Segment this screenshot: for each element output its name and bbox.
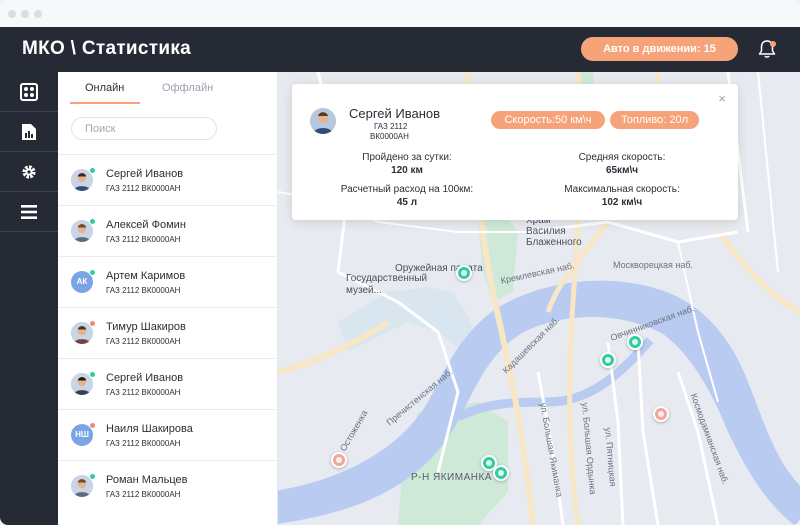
driver-name: Алексей Фомин xyxy=(106,219,186,231)
nav-item-reports[interactable] xyxy=(0,112,58,152)
nav-item-dashboard[interactable] xyxy=(0,72,58,112)
gear-icon xyxy=(22,164,36,179)
tab-offline[interactable]: Оффлайн xyxy=(162,82,213,102)
status-dot xyxy=(89,371,96,378)
list-item[interactable]: Сергей Иванов ГАЗ 2112 ВК0000АН xyxy=(58,154,278,205)
active-tab-indicator xyxy=(70,102,140,104)
driver-name: Артем Каримов xyxy=(106,270,186,282)
vehicle-marker-online[interactable] xyxy=(627,334,643,350)
stat-consumption-value: 45 л xyxy=(396,197,418,208)
nav-item-settings[interactable] xyxy=(0,152,58,192)
stat-avg-speed-value: 65км\ч xyxy=(605,165,639,176)
vehicle-details-card: Сергей Иванов ГАЗ 2112 ВК0000АН Скорость… xyxy=(292,84,738,220)
driver-name: Сергей Иванов xyxy=(106,372,184,384)
window-dot-minimize[interactable] xyxy=(21,10,29,18)
speed-badge: Скорость:50 км\ч xyxy=(491,111,605,129)
status-dot xyxy=(89,218,96,225)
search-input[interactable] xyxy=(71,117,217,140)
app-window: МКО \ Статистика Авто в движении: 15 Онл… xyxy=(0,0,800,525)
page-title: МКО \ Статистика xyxy=(22,38,192,59)
map-label-street: Москворецкая наб. xyxy=(613,260,694,270)
window-dot-maximize[interactable] xyxy=(34,10,42,18)
user-avatar-icon xyxy=(310,108,336,134)
sidebar-nav xyxy=(0,72,58,525)
status-dot xyxy=(89,422,96,429)
window-dot-close[interactable] xyxy=(8,10,16,18)
bell-icon[interactable] xyxy=(756,38,778,60)
stat-consumption-label: Расчетный расход на 100км: xyxy=(340,184,474,195)
status-dot xyxy=(89,473,96,480)
vehicle-marker-online[interactable] xyxy=(600,352,616,368)
app-header: МКО \ Статистика Авто в движении: 15 xyxy=(0,27,800,72)
stat-max-speed-value: 102 км\ч xyxy=(601,197,643,208)
car-plate: ВК0000АН xyxy=(370,132,409,141)
driver-name: Сергей Иванов xyxy=(349,106,441,121)
window-titlebar xyxy=(0,0,800,27)
car-info: ГАЗ 2112 ВК0000АН xyxy=(106,235,181,244)
status-dot xyxy=(89,167,96,174)
driver-name: Тимур Шакиров xyxy=(106,321,186,333)
stat-avg-speed-label: Средняя скорость: xyxy=(578,152,666,163)
car-info: ГАЗ 2112 ВК0000АН xyxy=(106,388,181,397)
car-info: ГАЗ 2112 ВК0000АН xyxy=(106,439,181,448)
stat-distance-label: Пройдено за сутки: xyxy=(362,152,452,163)
cars-moving-badge[interactable]: Авто в движении: 15 xyxy=(581,37,738,61)
fuel-badge: Топливо: 20л xyxy=(610,111,699,129)
car-model: ГАЗ 2112 xyxy=(374,122,408,131)
list-item[interactable]: АК Артем Каримов ГАЗ 2112 ВК0000АН xyxy=(58,256,278,307)
map-label-district: Р-Н ЯКИМАНКА xyxy=(411,472,492,483)
status-dot xyxy=(89,320,96,327)
stat-max-speed-label: Максимальная скорость: xyxy=(564,184,680,195)
dashboard-icon xyxy=(20,82,38,101)
list-item[interactable]: НШ Наиля Шакирова ГАЗ 2112 ВК0000АН xyxy=(58,409,278,460)
car-info: ГАЗ 2112 ВК0000АН xyxy=(106,490,181,499)
list-item[interactable]: Сергей Иванов ГАЗ 2112 ВК0000АН xyxy=(58,358,278,409)
vehicle-marker-offline[interactable] xyxy=(653,406,669,422)
list-item[interactable]: Алексей Фомин ГАЗ 2112 ВК0000АН xyxy=(58,205,278,256)
driver-name: Наиля Шакирова xyxy=(106,423,193,435)
list-item[interactable]: Тимур Шакиров ГАЗ 2112 ВК0000АН xyxy=(58,307,278,358)
stat-distance-value: 120 км xyxy=(391,165,423,176)
map-label-museum: Государственный музей... xyxy=(346,273,428,296)
notification-dot xyxy=(770,41,776,47)
list-item[interactable]: Роман Мальцев ГАЗ 2112 ВК0000АН xyxy=(58,460,278,511)
driver-name: Сергей Иванов xyxy=(106,168,184,180)
status-dot xyxy=(89,269,96,276)
menu-icon xyxy=(21,204,37,219)
nav-item-menu[interactable] xyxy=(0,192,58,232)
car-info: ГАЗ 2112 ВК0000АН xyxy=(106,184,181,193)
car-info: ГАЗ 2112 ВК0000АН xyxy=(106,337,181,346)
tab-online[interactable]: Онлайн xyxy=(85,82,124,102)
close-icon[interactable]: × xyxy=(716,92,728,105)
vehicle-marker-online[interactable] xyxy=(493,465,509,481)
drivers-panel: Онлайн Оффлайн Сергей Иванов ГАЗ 2112 ВК0… xyxy=(58,72,278,525)
vehicle-marker-online[interactable] xyxy=(456,265,472,281)
vehicle-marker-offline[interactable] xyxy=(331,452,347,468)
avatar xyxy=(310,108,336,134)
car-info: ГАЗ 2112 ВК0000АН xyxy=(106,286,181,295)
report-icon xyxy=(22,123,36,140)
driver-name: Роман Мальцев xyxy=(106,474,188,486)
